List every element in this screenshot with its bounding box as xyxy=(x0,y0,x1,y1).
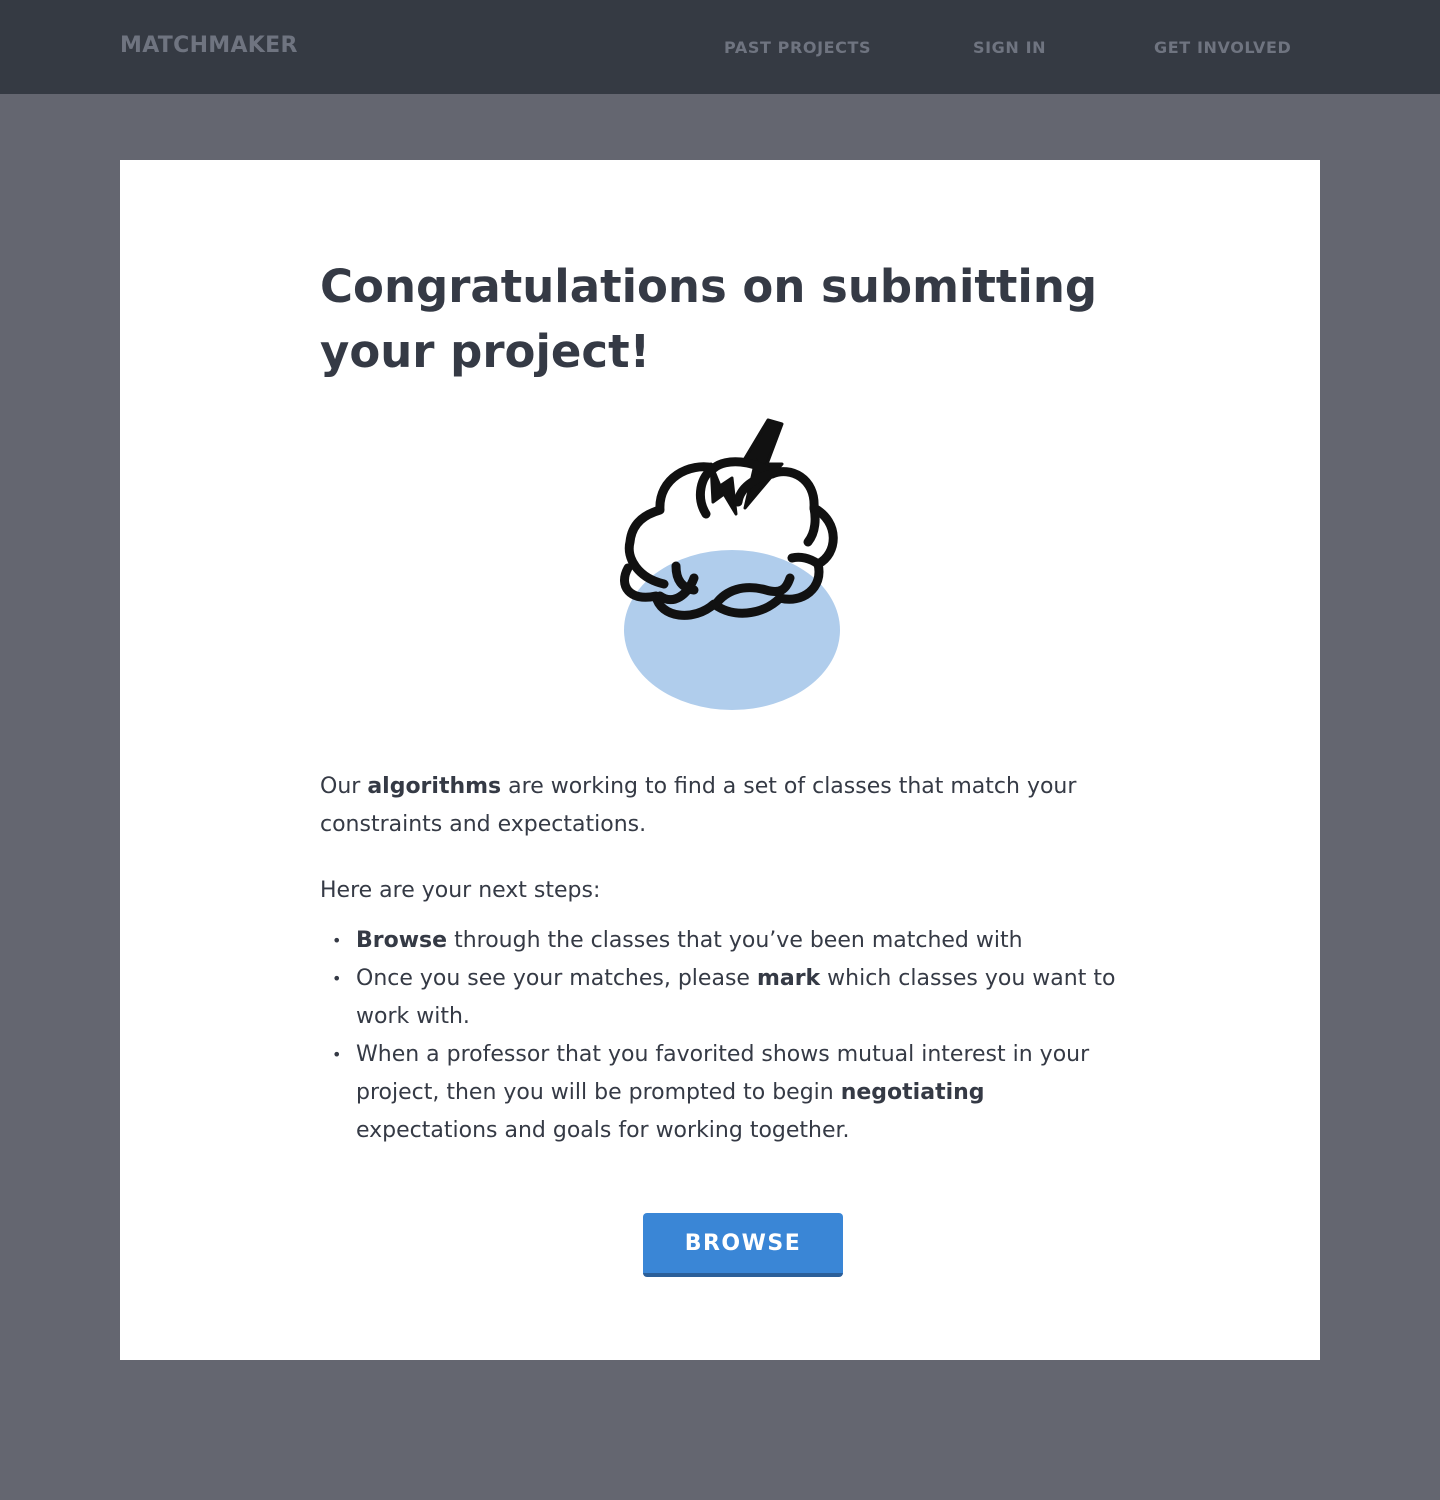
nav-get-involved[interactable]: GET INVOLVED xyxy=(1154,38,1291,57)
brand-logo[interactable]: MATCHMAKER xyxy=(120,33,298,58)
next-steps-section: Our algorithms are working to find a set… xyxy=(320,768,1120,1150)
nav-sign-in[interactable]: SIGN IN xyxy=(973,38,1046,57)
list-item: When a professor that you favorited show… xyxy=(332,1036,1120,1150)
brain-fill-shape xyxy=(624,550,840,710)
brain-fold-7 xyxy=(787,552,823,569)
browse-button[interactable]: BROWSE xyxy=(643,1213,843,1277)
steps-label: Here are your next steps: xyxy=(320,878,601,903)
list-item: Once you see your matches, please mark w… xyxy=(332,960,1120,1036)
confirmation-card: Congratulations on submitting your proje… xyxy=(120,160,1320,1360)
intro-paragraph: Our algorithms are working to find a set… xyxy=(320,774,1077,837)
list-item: Browse through the classes that you’ve b… xyxy=(332,922,1120,960)
brain-fold-6 xyxy=(803,503,820,547)
card-header: Congratulations on submitting your proje… xyxy=(320,254,1120,384)
page-title: Congratulations on submitting your proje… xyxy=(320,260,1098,378)
nav-past-projects[interactable]: PAST PROJECTS xyxy=(724,38,871,57)
steps-list: Browse through the classes that you’ve b… xyxy=(320,922,1120,1150)
navbar: MATCHMAKER PAST PROJECTS SIGN IN GET INV… xyxy=(0,0,1440,94)
brain-lightning-icon xyxy=(620,418,840,710)
